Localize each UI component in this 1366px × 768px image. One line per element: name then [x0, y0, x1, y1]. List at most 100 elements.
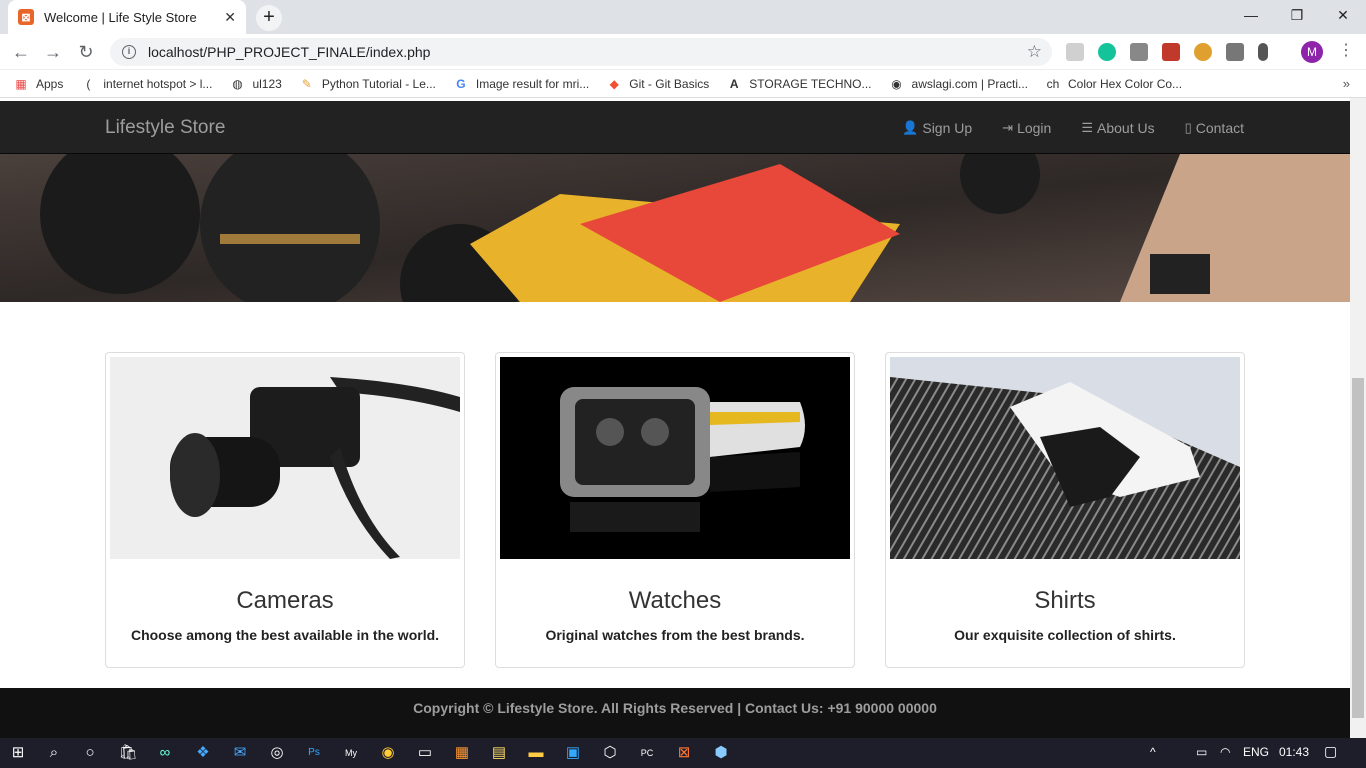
- site-navbar: Lifestyle Store 👤 Sign Up ⇥ Login ☰ About U…: [0, 101, 1350, 154]
- card-description: Our exquisite collection of shirts.: [954, 627, 1176, 643]
- user-icon: 👤: [902, 119, 919, 135]
- card-title: Cameras: [236, 587, 334, 614]
- card-watches[interactable]: Watches Original watches from the best b…: [495, 352, 855, 668]
- chrome-icon[interactable]: ◉: [378, 743, 398, 763]
- storage-icon: A: [729, 76, 739, 91]
- card-description: Choose among the best available in the w…: [130, 627, 440, 643]
- bookmark-star-icon[interactable]: ☆: [1027, 42, 1042, 62]
- apps-grid-icon: ▦: [15, 76, 27, 91]
- pycharm-icon[interactable]: PC: [637, 743, 657, 763]
- bookmark-item[interactable]: ch Color Hex Color Co...: [1046, 77, 1182, 91]
- xampp-icon[interactable]: ⊠: [674, 743, 694, 763]
- info-icon[interactable]: i: [122, 45, 136, 59]
- extension-doc-icon[interactable]: [1066, 43, 1084, 61]
- nav-signup[interactable]: 👤 Sign Up: [902, 120, 972, 136]
- browser-tab[interactable]: ⊠ Welcome | Life Style Store ✕: [8, 0, 246, 34]
- back-icon[interactable]: ←: [10, 41, 32, 63]
- dropbox-icon[interactable]: ❖: [193, 743, 213, 763]
- clock[interactable]: 01:43: [1279, 745, 1309, 759]
- minimize-icon[interactable]: —: [1228, 0, 1274, 30]
- address-bar[interactable]: i localhost/PHP_PROJECT_FINALE/index.php…: [110, 38, 1052, 66]
- windows-taskbar: ⊞ ⌕ ○ 🛍 ∞ ❖ ✉ ◎ Ps My ◉ ▭ ▦ ▤ ▬ ▣ ⬡ PC ⊠…: [0, 738, 1366, 768]
- git-icon: ◆: [609, 76, 619, 91]
- shirt-image[interactable]: [890, 357, 1240, 559]
- nav-about[interactable]: ☰ About Us: [1081, 120, 1154, 136]
- list-icon: ☰: [1081, 119, 1093, 135]
- language-indicator[interactable]: ENG: [1243, 745, 1269, 759]
- file-explorer-icon[interactable]: ▬: [526, 743, 546, 763]
- close-tab-icon[interactable]: ✕: [224, 9, 236, 26]
- virtualbox-icon[interactable]: ⬢: [711, 743, 731, 763]
- notifications-icon[interactable]: ▢: [1324, 743, 1337, 760]
- card-title: Shirts: [1034, 587, 1096, 614]
- card-description: Original watches from the best brands.: [545, 627, 805, 643]
- windows-start-icon[interactable]: ⊞: [8, 743, 28, 763]
- bookmarks-overflow-icon[interactable]: »: [1343, 76, 1350, 91]
- google-icon: G: [456, 76, 466, 91]
- window-close-icon[interactable]: ✕: [1320, 0, 1366, 30]
- tutorial-icon: ✎: [301, 76, 312, 91]
- watch-image[interactable]: [500, 357, 850, 559]
- url-text: localhost/PHP_PROJECT_FINALE/index.php: [148, 44, 431, 60]
- grammarly-icon[interactable]: [1098, 43, 1116, 61]
- new-tab-button[interactable]: +: [256, 5, 282, 31]
- page-viewport: Lifestyle Store 👤 Sign Up ⇥ Login ☰ About U…: [0, 98, 1366, 738]
- battery-icon[interactable]: ▭: [1196, 745, 1207, 759]
- aws-icon: ◉: [891, 76, 902, 91]
- nav-login[interactable]: ⇥ Login: [1002, 120, 1051, 136]
- store-icon[interactable]: 🛍: [118, 743, 138, 763]
- hero-banner: [0, 154, 1350, 302]
- notes-icon[interactable]: ▤: [489, 743, 509, 763]
- bookmarks-bar: ▦ Apps (internet hotspot > l... ◍ ul123 ✎ P…: [0, 70, 1366, 98]
- wifi-icon[interactable]: ◠: [1220, 745, 1230, 759]
- app-blue-icon[interactable]: ▣: [563, 743, 583, 763]
- office-icon[interactable]: ▦: [452, 743, 472, 763]
- bookmark-item[interactable]: G Image result for mri...: [454, 77, 589, 91]
- card-cameras[interactable]: Cameras Choose among the best available …: [105, 352, 465, 668]
- colorhex-icon: ch: [1046, 76, 1060, 91]
- pdf-extension-icon[interactable]: [1162, 43, 1180, 61]
- bookmark-apps[interactable]: ▦ Apps: [14, 77, 63, 91]
- tray-chevron-icon[interactable]: ^: [1150, 745, 1156, 759]
- bookmark-item[interactable]: ◆ Git - Git Basics: [607, 76, 710, 91]
- site-brand[interactable]: Lifestyle Store: [105, 117, 225, 139]
- restore-icon[interactable]: ❐: [1274, 0, 1320, 30]
- card-shirts[interactable]: Shirts Our exquisite collection of shirt…: [885, 352, 1245, 668]
- scrollbar-thumb[interactable]: [1352, 378, 1364, 718]
- login-icon: ⇥: [1002, 119, 1014, 135]
- extension-cube-icon[interactable]: [1130, 43, 1148, 61]
- steam-icon[interactable]: ◎: [267, 743, 287, 763]
- window-app-icon[interactable]: ▭: [415, 743, 435, 763]
- cookie-extension-icon[interactable]: [1194, 43, 1212, 61]
- bookmark-item[interactable]: A STORAGE TECHNO...: [727, 76, 872, 91]
- card-title: Watches: [628, 587, 722, 614]
- banner-image: [0, 154, 1350, 302]
- bookmark-item[interactable]: ✎ Python Tutorial - Le...: [300, 77, 436, 91]
- category-cards: Cameras Choose among the best available …: [105, 352, 1245, 668]
- xampp-favicon-icon: ⊠: [18, 9, 34, 25]
- tab-title: Welcome | Life Style Store: [44, 9, 197, 25]
- bookmark-item[interactable]: ◉ awslagi.com | Practi...: [890, 77, 1028, 91]
- forward-icon[interactable]: →: [42, 41, 64, 63]
- mail-icon[interactable]: ✉: [230, 743, 250, 763]
- bookmark-item[interactable]: (internet hotspot > l...: [81, 77, 212, 91]
- menu-kebab-icon[interactable]: ⋮: [1338, 40, 1354, 60]
- bookmark-item[interactable]: ◍ ul123: [230, 76, 282, 91]
- camera-image[interactable]: [110, 357, 460, 559]
- mysql-icon[interactable]: My: [341, 743, 361, 763]
- profile-avatar[interactable]: M: [1301, 41, 1323, 63]
- phone-icon: ▯: [1184, 119, 1192, 135]
- key-extension-icon[interactable]: [1258, 43, 1268, 61]
- cortana-icon[interactable]: ○: [80, 743, 100, 763]
- page-scrollbar[interactable]: [1350, 98, 1366, 738]
- browser-tabstrip: ⊠ Welcome | Life Style Store ✕ + — ❐ ✕: [0, 0, 1366, 34]
- reload-icon[interactable]: ↻: [75, 41, 97, 63]
- photoshop-icon[interactable]: Ps: [304, 743, 324, 763]
- cube-app-icon[interactable]: ⬡: [600, 743, 620, 763]
- extension-photo-icon[interactable]: [1226, 43, 1244, 61]
- search-icon[interactable]: ⌕: [44, 743, 64, 763]
- globe-icon: ◍: [232, 76, 243, 91]
- nav-contact[interactable]: ▯ Contact: [1185, 120, 1244, 136]
- hotspot-icon: (: [86, 76, 91, 91]
- infinity-app-icon[interactable]: ∞: [155, 743, 175, 763]
